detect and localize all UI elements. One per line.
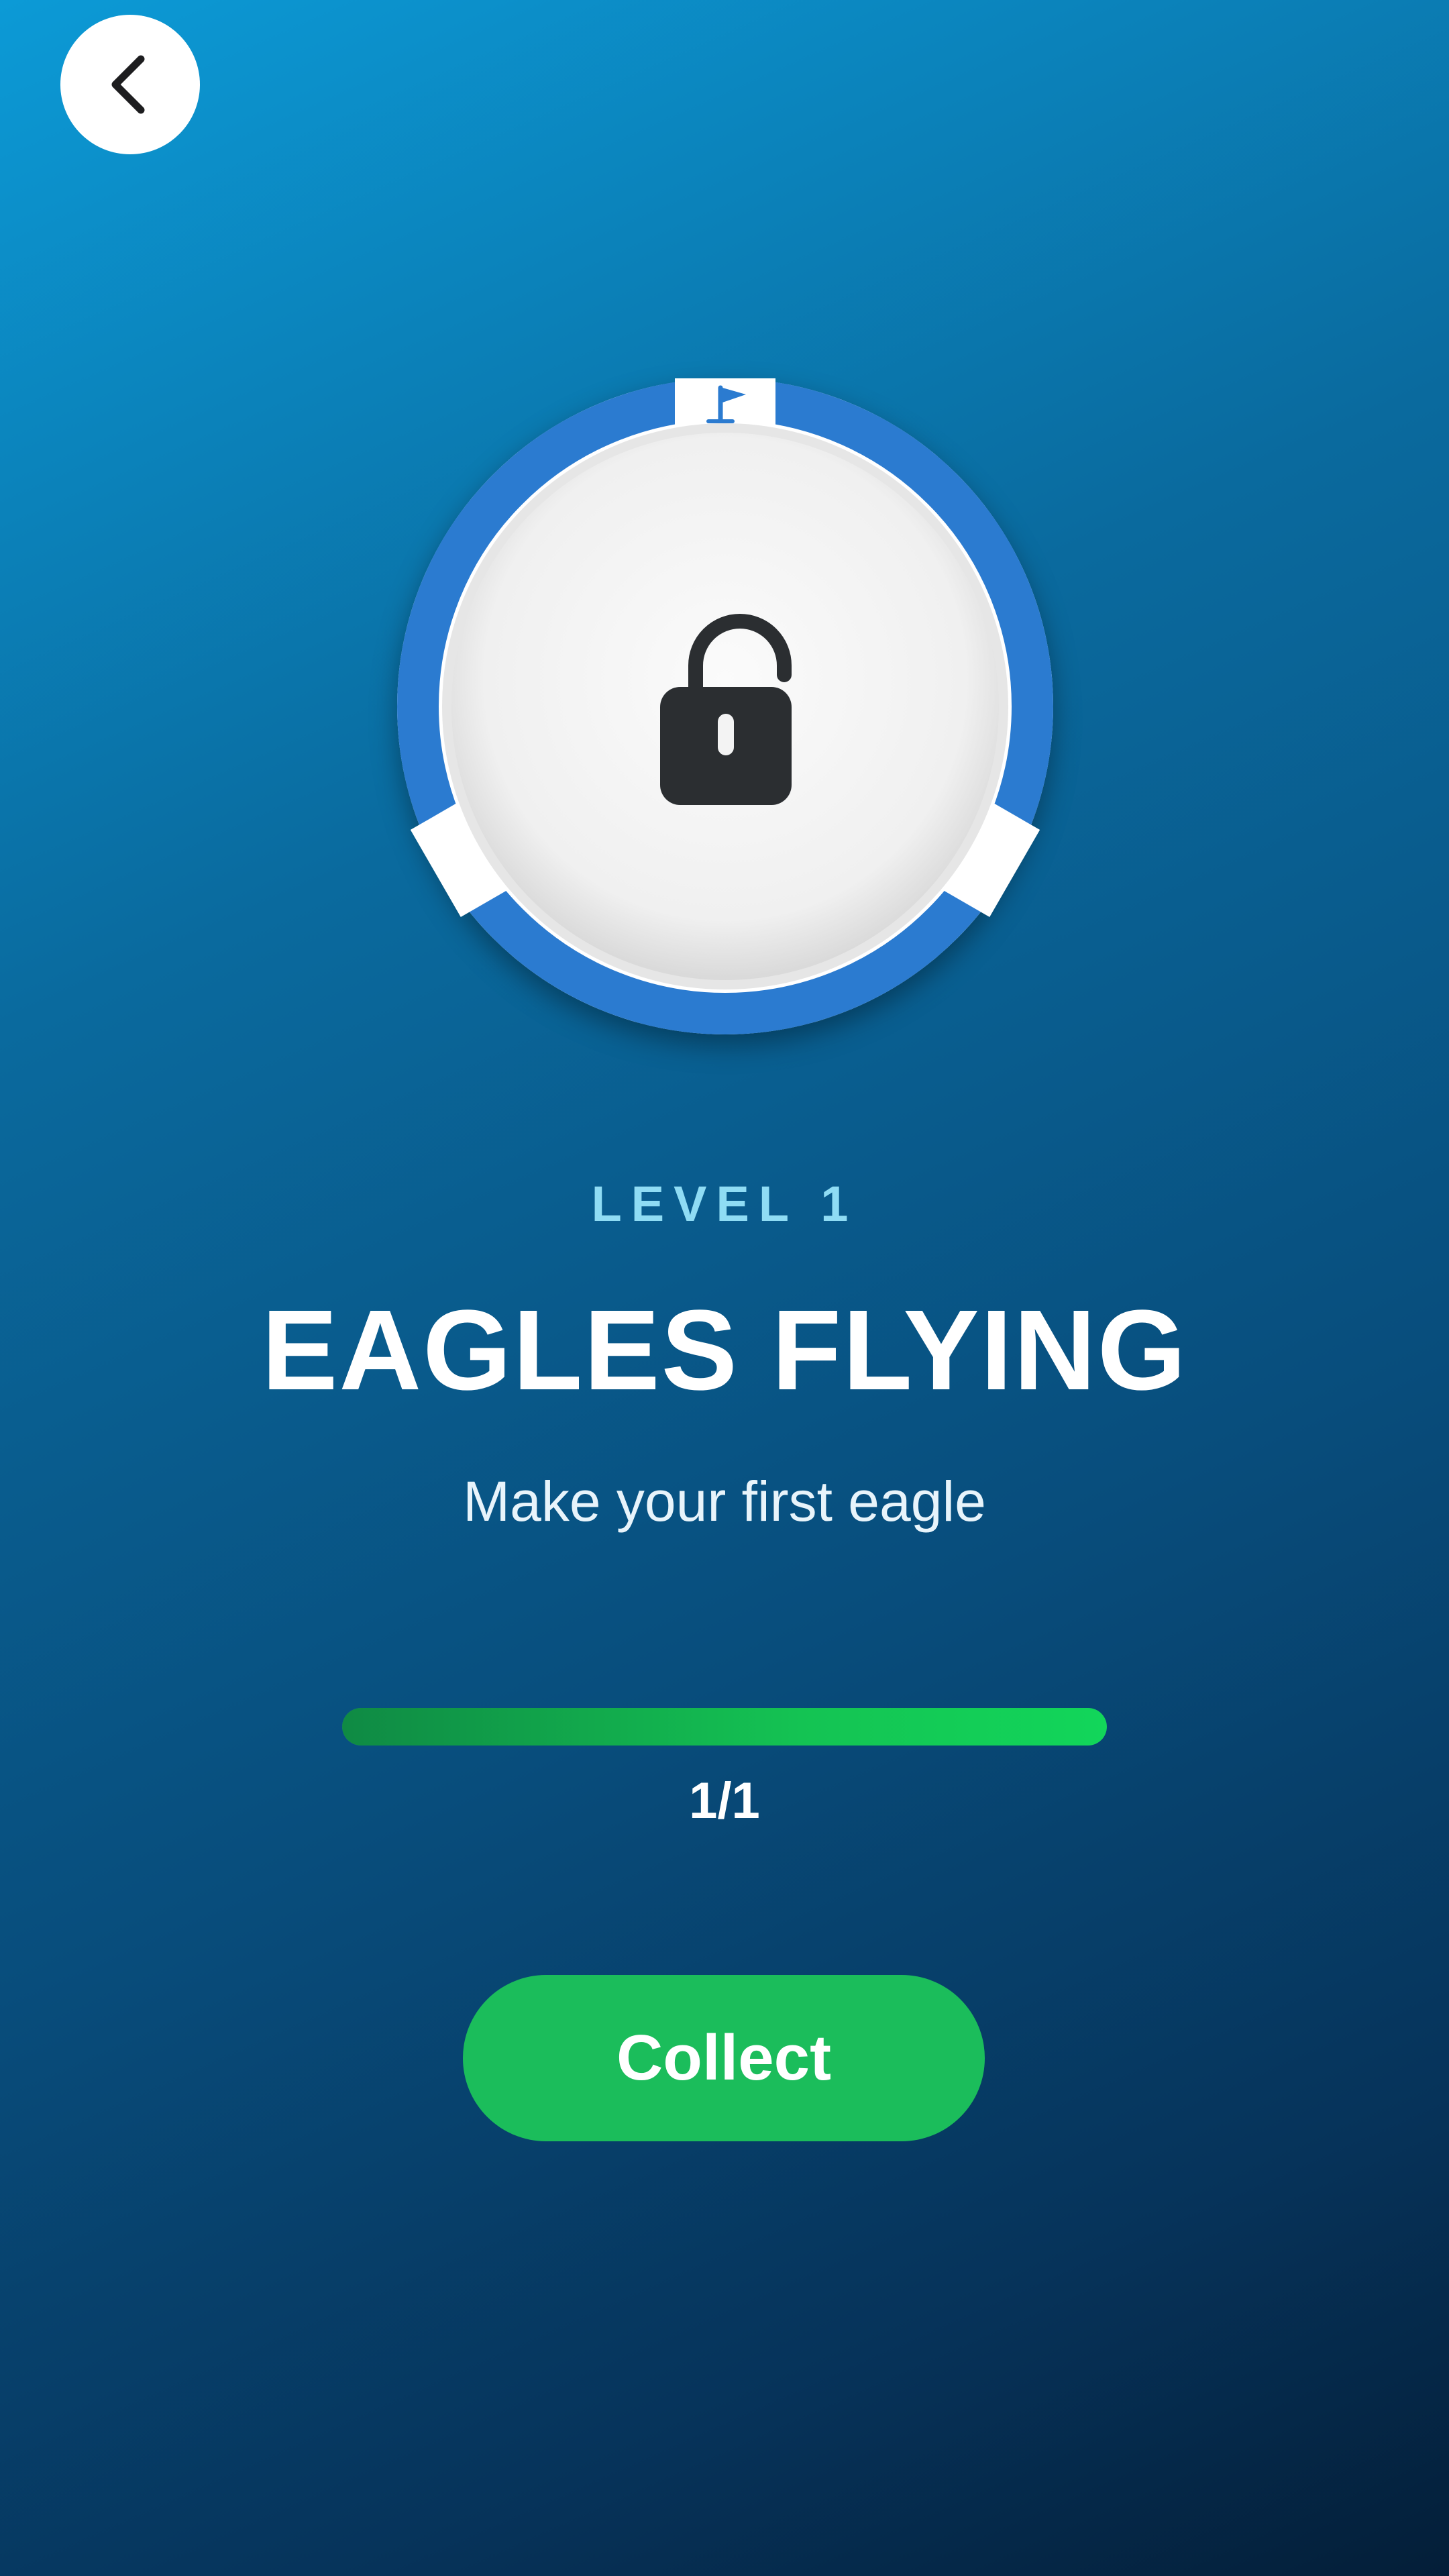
progress-bar-fill xyxy=(342,1708,1107,1746)
progress-bar xyxy=(342,1708,1107,1746)
collect-button[interactable]: Collect xyxy=(463,1975,985,2141)
level-label: LEVEL 1 xyxy=(591,1176,858,1232)
achievement-description: Make your first eagle xyxy=(463,1470,986,1533)
achievement-badge xyxy=(397,378,1053,1034)
back-button[interactable] xyxy=(60,15,200,154)
chevron-left-icon xyxy=(111,55,145,114)
achievement-title: EAGLES FLYING xyxy=(262,1287,1187,1414)
progress-count: 1/1 xyxy=(689,1772,760,1829)
collect-button-label: Collect xyxy=(616,2022,832,2094)
